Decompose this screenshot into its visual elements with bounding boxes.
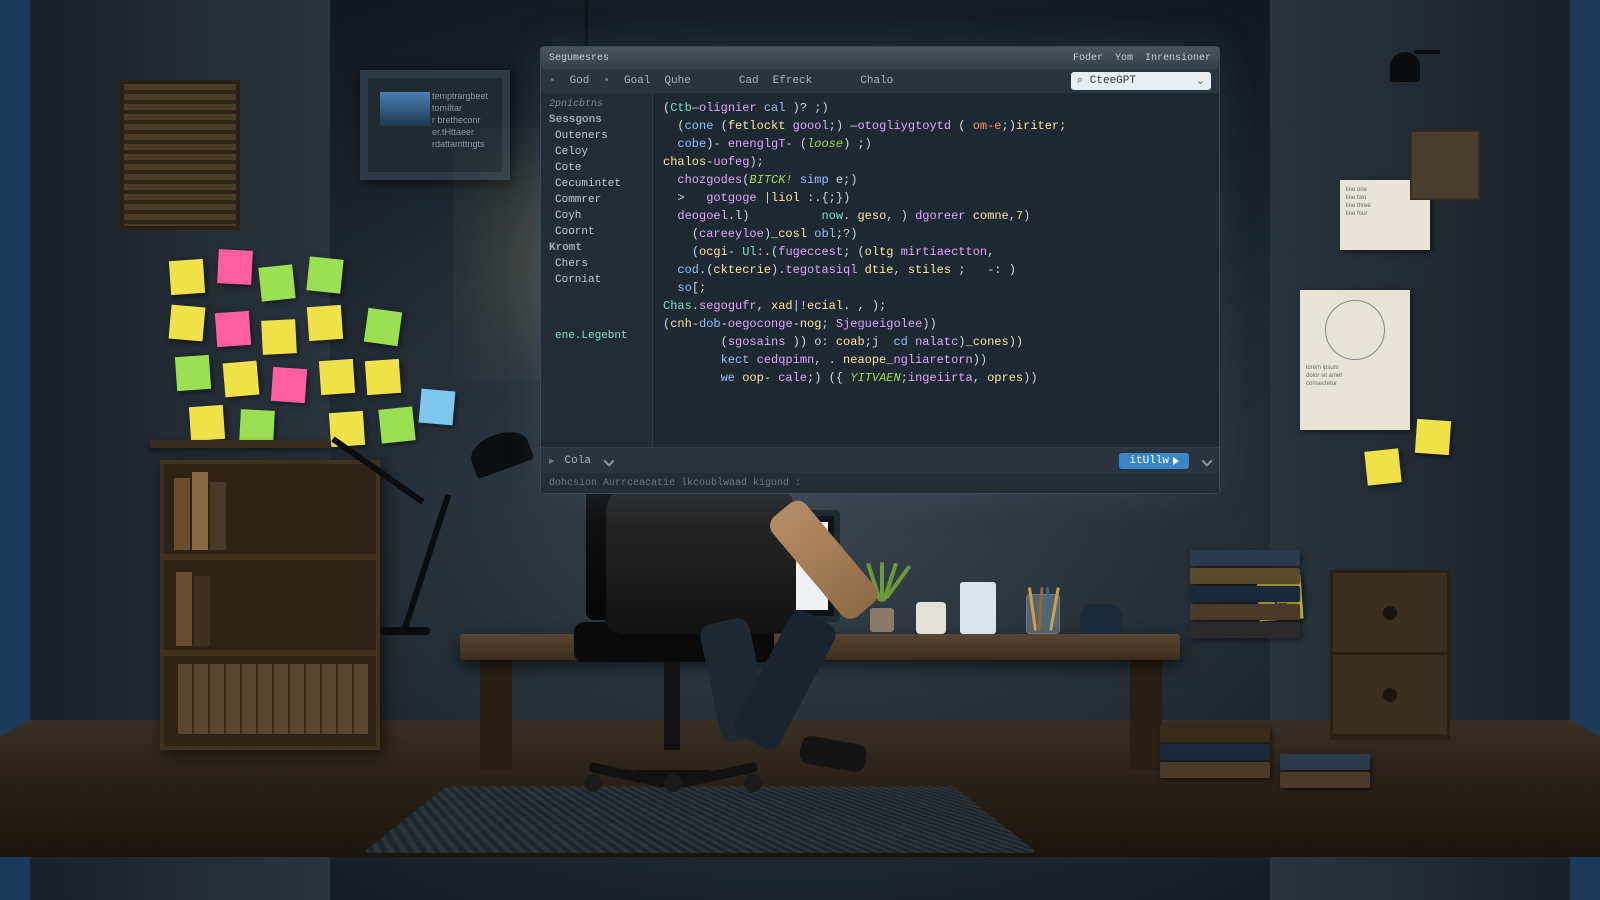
sticky-note xyxy=(169,259,205,295)
sticky-note xyxy=(365,359,401,395)
poster-line: r bretheconr xyxy=(432,114,492,126)
ide-window: Segumesres Foder Yom Inrensioner • God •… xyxy=(540,46,1220,494)
sidebar-item[interactable]: Celoy xyxy=(541,144,652,160)
chevron-down-icon[interactable] xyxy=(1201,455,1212,466)
window-blind xyxy=(120,80,240,230)
ide-menubar: • God • Goal Quhe Cad Efreck Chalo ⌕ Cte… xyxy=(541,69,1219,93)
menu-item[interactable]: Quhe xyxy=(664,75,690,87)
sticky-note xyxy=(1415,419,1451,455)
coffee-mug xyxy=(916,602,946,634)
status-text: dohcsion Aurrceacatie lkcoublwaad kigund… xyxy=(549,478,801,489)
menu-item[interactable]: God xyxy=(570,75,590,87)
sticky-note xyxy=(215,311,251,347)
sidebar-item[interactable]: Commrer xyxy=(541,192,652,208)
sticky-note xyxy=(261,319,297,355)
poster-line: er.tHttaeer xyxy=(432,126,492,138)
chevron-down-icon[interactable]: ⌄ xyxy=(1196,74,1205,88)
sidebar-item[interactable]: Cote xyxy=(541,160,652,176)
sidebar-item[interactable]: Coyh xyxy=(541,208,652,224)
menu-item[interactable]: Goal xyxy=(624,75,650,87)
titlebar-item[interactable]: Foder xyxy=(1073,53,1103,64)
poster-line: rdattamttngts xyxy=(432,138,492,150)
sidebar-item[interactable]: Corniat xyxy=(541,272,652,288)
sticky-note xyxy=(169,305,206,342)
ide-editor[interactable]: (Ctb—olignier cal )? ;) (cone (fetlockt … xyxy=(653,93,1219,447)
sticky-note xyxy=(258,264,295,301)
sticky-note xyxy=(378,406,415,443)
search-icon: ⌕ xyxy=(1077,75,1083,87)
book-pile xyxy=(1280,754,1370,790)
sticky-note xyxy=(419,389,456,426)
sticky-note xyxy=(306,256,343,293)
sidebar-item[interactable]: Outeners xyxy=(541,128,652,144)
menu-item[interactable]: Efreck xyxy=(773,75,813,87)
sidebar-header: 2pnicbtns xyxy=(541,97,652,112)
desk-leg xyxy=(1130,650,1162,770)
search-field[interactable]: ⌕ CteeGPT ⌄ xyxy=(1071,72,1211,90)
sticky-note xyxy=(189,405,225,441)
poster-photo xyxy=(380,92,430,126)
titlebar-item[interactable]: Inrensioner xyxy=(1145,53,1211,64)
menu-item[interactable]: Cad xyxy=(739,75,759,87)
pencil-cup xyxy=(1026,594,1060,634)
ide-statusbar: dohcsion Aurrceacatie lkcoublwaad kigund… xyxy=(541,473,1219,493)
sidebar-group[interactable]: Sessgons xyxy=(541,112,652,128)
bookshelf xyxy=(160,460,380,750)
chair-base xyxy=(588,760,758,780)
sidebar-footer[interactable]: ene.Legebnt xyxy=(541,328,652,344)
ide-bottombar: ▸ Cola itUllw xyxy=(541,447,1219,473)
sticky-note xyxy=(1364,448,1401,485)
ide-sidebar[interactable]: 2pnicbtns Sessgons Outeners Celoy Cote C… xyxy=(541,93,653,447)
wall-shelf xyxy=(150,440,330,448)
rug xyxy=(363,787,1038,853)
sidebar-item[interactable]: Chers xyxy=(541,256,652,272)
sticky-note xyxy=(271,367,307,403)
desk-lamp-arm xyxy=(402,494,451,629)
sidebar-item[interactable]: Cecumintet xyxy=(541,176,652,192)
book-pile xyxy=(1160,726,1270,780)
sticky-note xyxy=(307,305,343,341)
bottombar-label[interactable]: Cola xyxy=(565,455,591,467)
poster-line: temptrargbeet xyxy=(432,90,492,102)
sticky-note xyxy=(223,361,260,398)
desk-leg xyxy=(480,650,512,770)
drawer-cabinet xyxy=(1330,570,1450,740)
play-icon[interactable]: ▸ xyxy=(549,454,555,468)
run-button[interactable]: itUllw xyxy=(1119,453,1189,469)
poster-line: tomIltar xyxy=(432,102,492,114)
search-value: CteeGPT xyxy=(1090,75,1136,87)
book-pile xyxy=(1190,550,1300,640)
ide-titlebar[interactable]: Segumesres Foder Yom Inrensioner xyxy=(541,47,1219,69)
room-scene: temptrargbeet tomIltar r bretheconr er.t… xyxy=(0,0,1600,900)
sticky-note xyxy=(319,359,355,395)
wall-poster: temptrargbeet tomIltar r bretheconr er.t… xyxy=(360,70,510,180)
sticky-note xyxy=(175,355,211,391)
chevron-down-icon[interactable] xyxy=(603,455,614,466)
play-icon xyxy=(1173,457,1179,465)
wall-box xyxy=(1410,130,1480,200)
sticky-note xyxy=(364,308,402,346)
wall-lamp xyxy=(1400,50,1440,120)
carton xyxy=(960,582,996,634)
wall-paper: lorem ipsumdolor sit ametconsectetur xyxy=(1300,290,1410,430)
menu-item[interactable]: Chalo xyxy=(860,75,893,87)
sidebar-group[interactable]: Kromt xyxy=(541,240,652,256)
titlebar-item[interactable]: Yom xyxy=(1115,53,1133,64)
ide-title: Segumesres xyxy=(549,53,609,64)
headphones-icon xyxy=(1080,604,1122,634)
sidebar-item[interactable]: Coornt xyxy=(541,224,652,240)
desk-lamp-head xyxy=(466,425,535,479)
sticky-note xyxy=(217,249,253,285)
